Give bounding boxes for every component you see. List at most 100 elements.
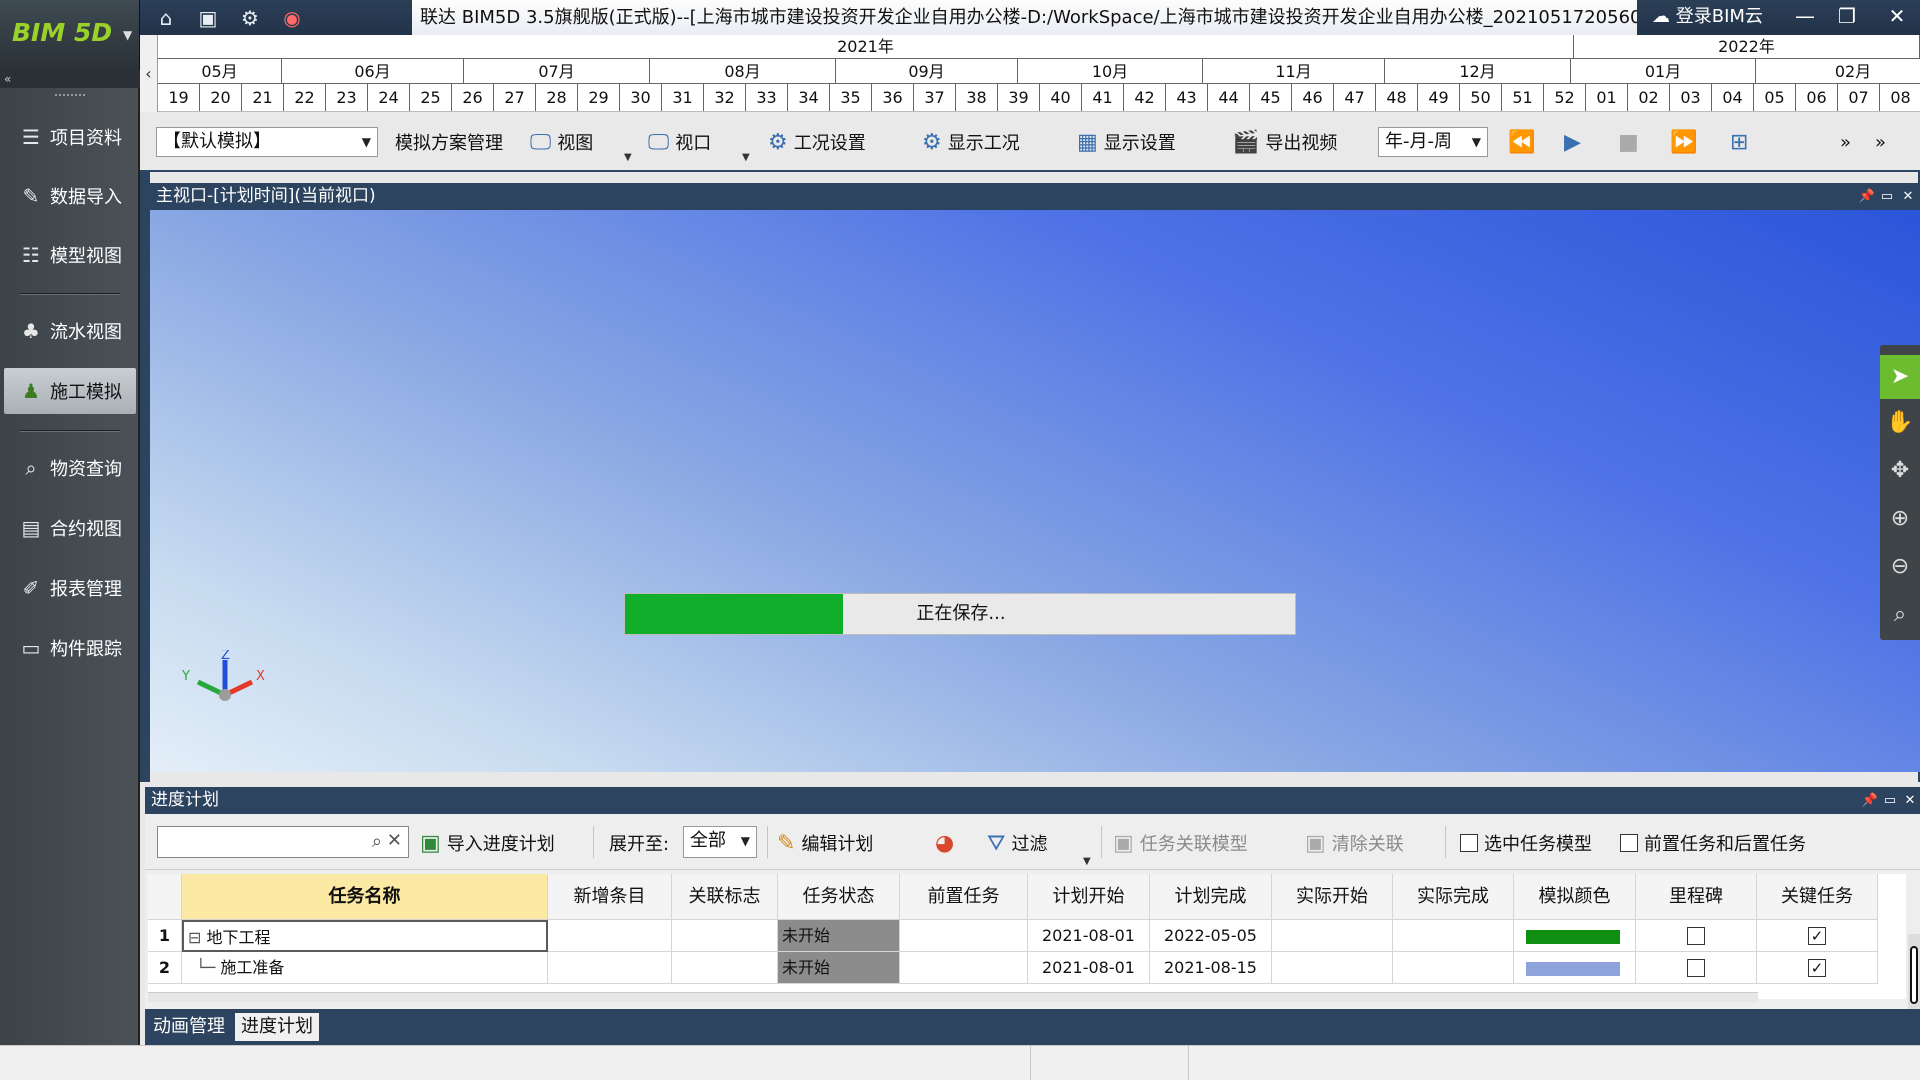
column-header-link-flag[interactable]: 关联标志 bbox=[672, 874, 778, 920]
tab-schedule[interactable]: 进度计划 bbox=[235, 1013, 319, 1041]
column-header-actual-start[interactable]: 实际开始 bbox=[1272, 874, 1393, 920]
timeline-week[interactable]: 20 bbox=[200, 84, 242, 111]
sidebar-item-construction-simulation[interactable]: ♟ 施工模拟 bbox=[4, 368, 136, 414]
select-cursor-icon[interactable]: ➤ bbox=[1880, 355, 1920, 399]
timeline-week[interactable]: 41 bbox=[1082, 84, 1124, 111]
timeline-week[interactable]: 43 bbox=[1166, 84, 1208, 111]
pan-hand-icon[interactable]: ✋ bbox=[1880, 401, 1920, 445]
timeline-week[interactable]: 48 bbox=[1376, 84, 1418, 111]
scheme-manage-button[interactable]: 模拟方案管理 bbox=[395, 126, 503, 158]
viewport-dropdown-icon[interactable]: ▼ bbox=[742, 152, 750, 163]
stop-button[interactable]: ■ bbox=[1618, 126, 1639, 158]
overflow-button[interactable]: » bbox=[1875, 126, 1886, 158]
timeline-week[interactable]: 35 bbox=[830, 84, 872, 111]
view-dropdown-icon[interactable]: ▼ bbox=[624, 152, 632, 163]
timeline-week[interactable]: 33 bbox=[746, 84, 788, 111]
timeline-week[interactable]: 50 bbox=[1460, 84, 1502, 111]
cloud-login-button[interactable]: ☁ 登录BIM云 bbox=[1642, 0, 1790, 35]
gear-icon[interactable]: ⚙ bbox=[236, 5, 264, 31]
pre-post-tasks-checkbox[interactable]: 前置任务和后置任务 bbox=[1620, 828, 1806, 858]
sidebar-item-material-query[interactable]: ⌕ 物资查询 bbox=[4, 445, 136, 491]
timeline-week[interactable]: 28 bbox=[536, 84, 578, 111]
3d-viewport[interactable]: 正在保存... Z X Y ➤ ✋ ✥ ⊕ ⊖ ⌕ bbox=[150, 210, 1920, 772]
timeline-week[interactable]: 29 bbox=[578, 84, 620, 111]
fast-forward-button[interactable]: ⏩ bbox=[1670, 126, 1697, 158]
timeline-week[interactable]: 22 bbox=[284, 84, 326, 111]
sim-color-swatch[interactable] bbox=[1526, 930, 1620, 944]
timeline-week[interactable]: 40 bbox=[1040, 84, 1082, 111]
timeline-week[interactable]: 39 bbox=[998, 84, 1040, 111]
export-video-button[interactable]: 🎬 导出视频 bbox=[1232, 126, 1337, 158]
collapse-tree-icon[interactable]: ⊟ bbox=[188, 928, 207, 947]
zoom-out-icon[interactable]: ⊖ bbox=[1880, 545, 1920, 589]
column-header-actual-end[interactable]: 实际完成 bbox=[1393, 874, 1514, 920]
column-header-new-entry[interactable]: 新增条目 bbox=[548, 874, 672, 920]
timeline-week[interactable]: 26 bbox=[452, 84, 494, 111]
timeline-ruler[interactable]: ‹ 2021年 2022年 05月 06月 07月 08月 09月 10月 11月 12月 01… bbox=[140, 35, 1920, 112]
edit-plan-button[interactable]: ✎ 编辑计划 bbox=[777, 828, 873, 858]
viewport-button[interactable]: 🖵 视口 bbox=[648, 126, 711, 158]
view-button[interactable]: 🖵 视图 bbox=[530, 126, 593, 158]
timeline-week[interactable]: 21 bbox=[242, 84, 284, 111]
timeline-week[interactable]: 27 bbox=[494, 84, 536, 111]
save-icon[interactable]: ▣ bbox=[194, 5, 222, 31]
close-button[interactable]: ✕ bbox=[1876, 0, 1918, 33]
timeline-week[interactable]: 44 bbox=[1208, 84, 1250, 111]
scheme-select[interactable]: 【默认模拟】 ▼ bbox=[156, 127, 378, 157]
timeline-week[interactable]: 52 bbox=[1544, 84, 1586, 111]
clear-icon[interactable]: ✕ bbox=[387, 830, 402, 851]
timeline-week[interactable]: 36 bbox=[872, 84, 914, 111]
milestone-checkbox[interactable] bbox=[1687, 959, 1705, 977]
timeline-week[interactable]: 23 bbox=[326, 84, 368, 111]
task-search-input[interactable]: ⌕ ✕ bbox=[157, 826, 409, 858]
timeline-week[interactable]: 03 bbox=[1670, 84, 1712, 111]
milestone-checkbox[interactable] bbox=[1687, 927, 1705, 945]
record-icon[interactable]: ◉ bbox=[278, 5, 306, 31]
app-logo[interactable]: BIM 5D ▼ bbox=[0, 0, 140, 70]
timeline-week[interactable]: 42 bbox=[1124, 84, 1166, 111]
sidebar-item-project-data[interactable]: ☰ 项目资料 bbox=[4, 114, 136, 160]
column-header-sim-color[interactable]: 模拟颜色 bbox=[1514, 874, 1636, 920]
close-icon[interactable]: ✕ bbox=[1900, 787, 1920, 814]
critical-task-checkbox[interactable]: ✓ bbox=[1808, 959, 1826, 977]
timeline-week[interactable]: 31 bbox=[662, 84, 704, 111]
display-settings-button[interactable]: ▦ 显示设置 bbox=[1077, 126, 1176, 158]
timeline-week[interactable]: 30 bbox=[620, 84, 662, 111]
pin-icon[interactable]: 📌 bbox=[1860, 787, 1880, 814]
link-model-button[interactable]: ▣ 任务关联模型 bbox=[1113, 828, 1248, 858]
select-task-model-checkbox[interactable]: 选中任务模型 bbox=[1460, 828, 1592, 858]
sim-color-swatch[interactable] bbox=[1526, 962, 1620, 976]
timeline-week[interactable]: 32 bbox=[704, 84, 746, 111]
column-header-predecessor[interactable]: 前置任务 bbox=[900, 874, 1028, 920]
timeline-week[interactable]: 19 bbox=[158, 84, 200, 111]
maximize-button[interactable]: ❐ bbox=[1826, 0, 1868, 33]
critical-task-checkbox[interactable]: ✓ bbox=[1808, 927, 1826, 945]
timeline-week[interactable]: 08 bbox=[1880, 84, 1920, 111]
horizontal-scrollbar[interactable] bbox=[148, 992, 1758, 1002]
timeline-week[interactable]: 45 bbox=[1250, 84, 1292, 111]
timeline-week[interactable]: 34 bbox=[788, 84, 830, 111]
play-button[interactable]: ▶ bbox=[1564, 126, 1581, 158]
timeline-week[interactable]: 07 bbox=[1838, 84, 1880, 111]
row-number[interactable]: 2 bbox=[148, 952, 182, 984]
column-header-planned-end[interactable]: 计划完成 bbox=[1150, 874, 1272, 920]
timeline-week[interactable]: 06 bbox=[1796, 84, 1838, 111]
collapse-sidebar-icon[interactable]: « bbox=[0, 70, 140, 88]
timeline-week[interactable]: 05 bbox=[1754, 84, 1796, 111]
timeline-week[interactable]: 47 bbox=[1334, 84, 1376, 111]
zoom-extents-icon[interactable]: ⌕ bbox=[1880, 593, 1920, 637]
cell-task-name[interactable]: ⊟ 地下工程 bbox=[182, 920, 548, 952]
search-icon[interactable]: ⌕ bbox=[372, 831, 382, 852]
cell-task-name[interactable]: └─ 施工准备 bbox=[182, 952, 548, 984]
timeline-week[interactable]: 38 bbox=[956, 84, 998, 111]
expand-level-select[interactable]: 全部 ▼ bbox=[683, 826, 757, 858]
sidebar-item-flow-view[interactable]: ♣ 流水视图 bbox=[4, 308, 136, 354]
more-tools-button[interactable]: » bbox=[1840, 126, 1851, 158]
time-scale-select[interactable]: 年-月-周 ▼ bbox=[1378, 127, 1488, 157]
checkbox[interactable] bbox=[1460, 834, 1478, 852]
timeline-scroll-left-icon[interactable]: ‹ bbox=[140, 35, 158, 112]
restore-icon[interactable]: ▭ bbox=[1880, 787, 1900, 814]
minimize-button[interactable]: — bbox=[1784, 0, 1826, 33]
rewind-button[interactable]: ⏪ bbox=[1508, 126, 1535, 158]
home-icon[interactable]: ⌂ bbox=[152, 5, 180, 31]
